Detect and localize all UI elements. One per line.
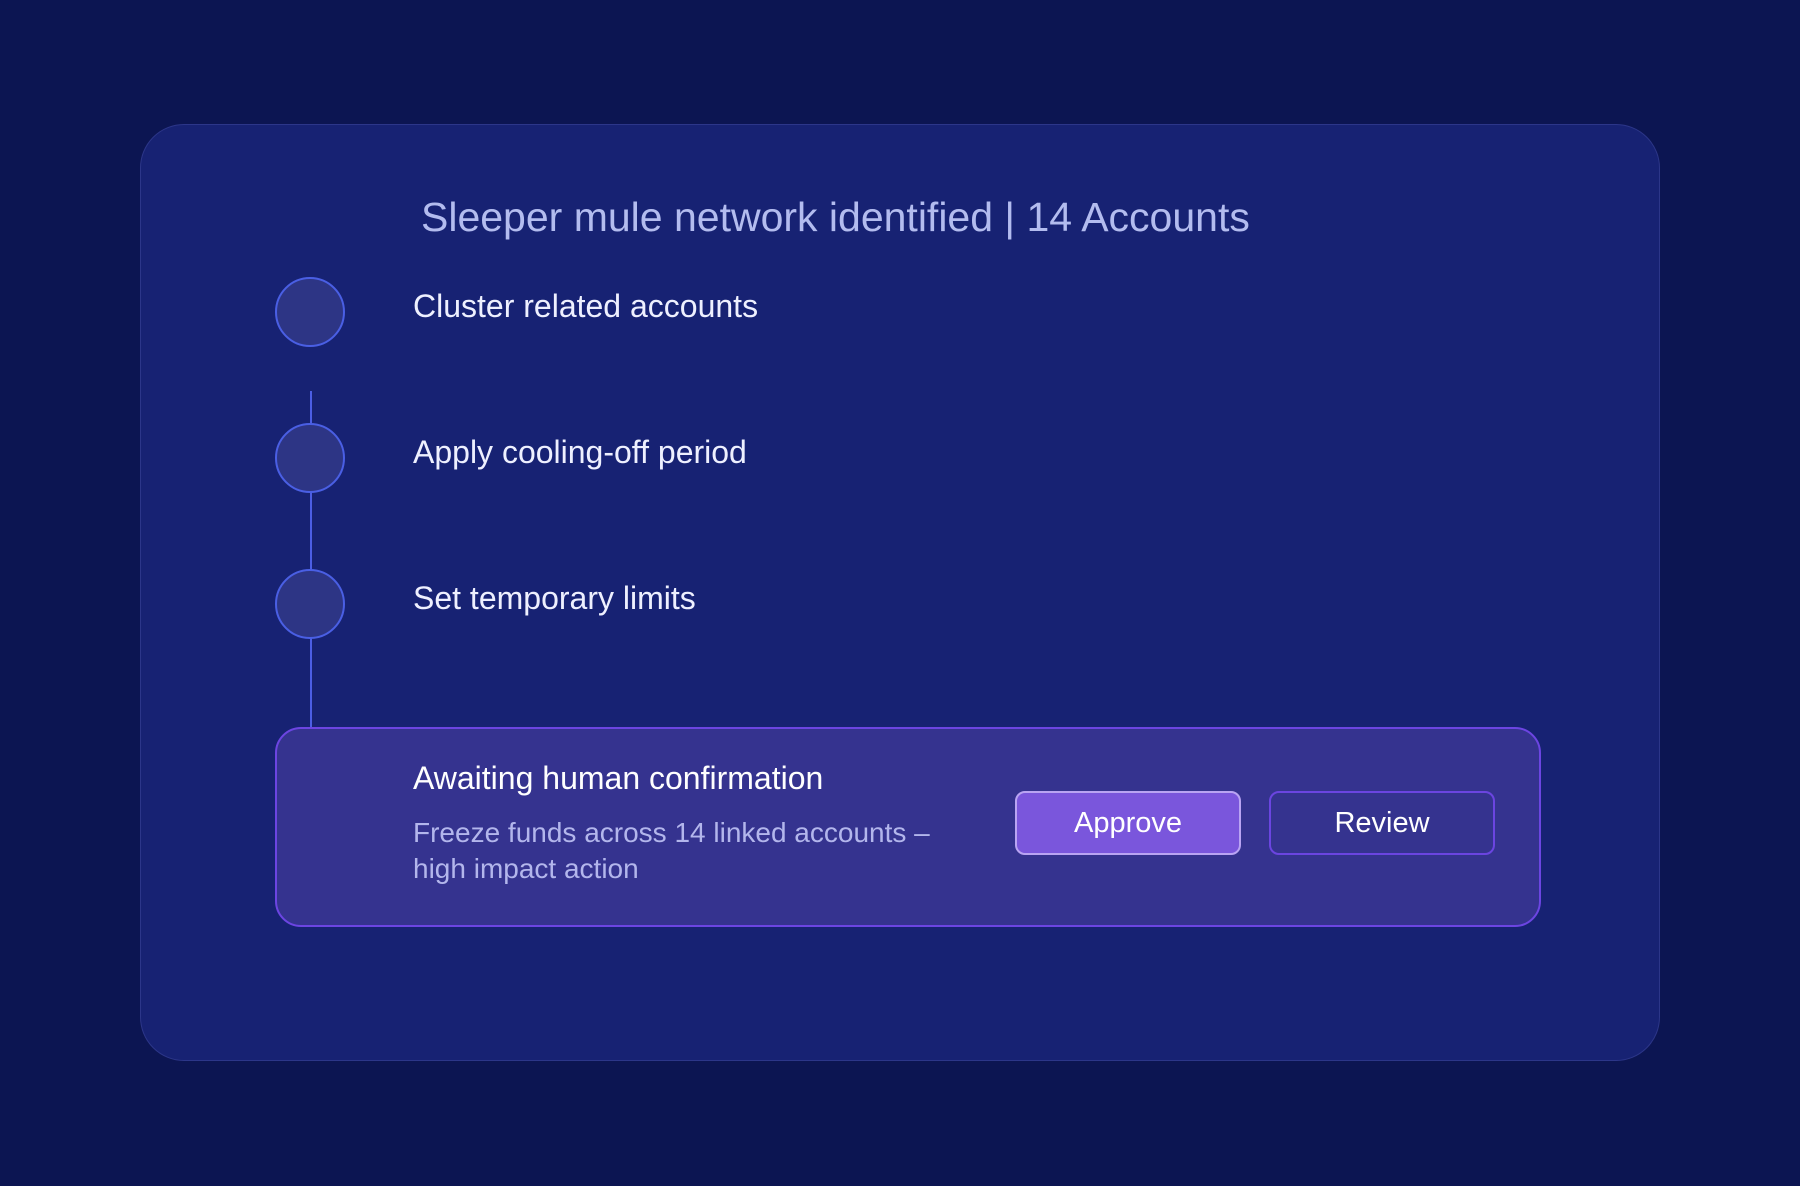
card-title: Sleeper mule network identified | 14 Acc… bbox=[421, 194, 1250, 240]
step-1-indicator bbox=[275, 277, 345, 347]
workflow-card: Sleeper mule network identified | 14 Acc… bbox=[140, 124, 1660, 1061]
confirmation-description: Freeze funds across 14 linked accounts –… bbox=[413, 817, 930, 884]
confirmation-panel: Awaiting human confirmation Freeze funds… bbox=[275, 727, 1541, 927]
confirmation-title: Awaiting human confirmation bbox=[413, 760, 824, 796]
step-2-indicator bbox=[275, 423, 345, 493]
step-2-label: Apply cooling-off period bbox=[413, 434, 747, 470]
review-button[interactable]: Review bbox=[1269, 791, 1495, 855]
step-1-label: Cluster related accounts bbox=[413, 288, 759, 324]
approve-button[interactable]: Approve bbox=[1015, 791, 1241, 855]
step-3-indicator bbox=[275, 569, 345, 639]
step-3-label: Set temporary limits bbox=[413, 580, 696, 616]
